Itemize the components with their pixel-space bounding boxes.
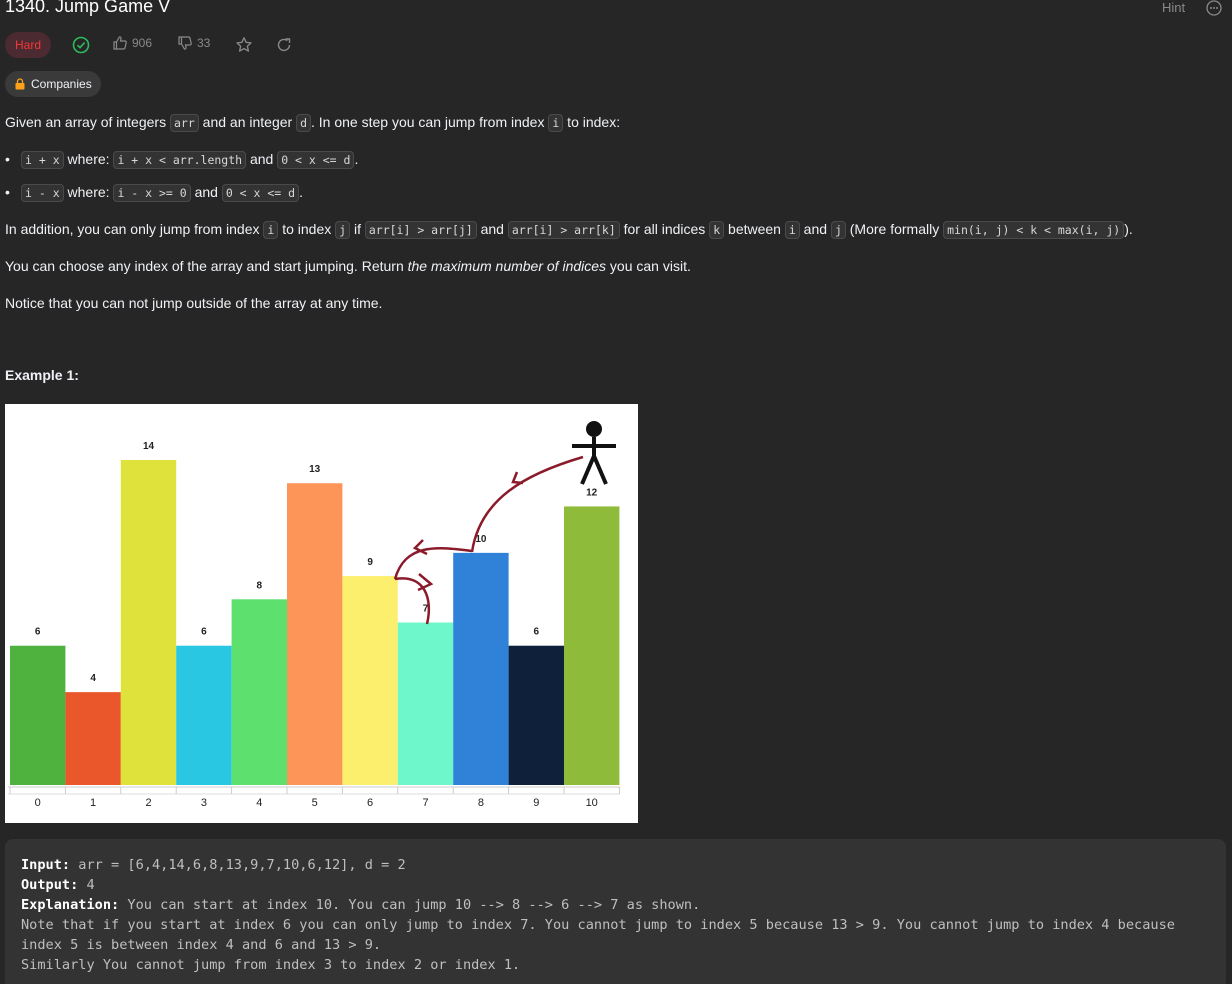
inline-code: j: [335, 221, 351, 239]
inline-code: i - x: [21, 184, 64, 202]
similar-line: Similarly You cannot jump from index 3 t…: [21, 957, 521, 973]
list-item: • i + x where: i + x < arr.length and 0 <…: [5, 151, 359, 169]
bar: [10, 645, 66, 785]
explanation-line: Explanation: You can start at index 10. …: [21, 897, 701, 913]
input-line: Input: arr = [6,4,14,6,8,13,9,7,10,6,12]…: [21, 857, 406, 873]
person-icon: [586, 421, 602, 437]
bar: [176, 645, 232, 785]
tick-label: 10: [586, 797, 598, 809]
data-label: 12: [586, 487, 598, 498]
output-line: Output: 4: [21, 877, 95, 893]
tick-label: 6: [367, 797, 373, 809]
list-item: • i - x where: i - x >= 0 and 0 < x <= d.: [5, 184, 303, 202]
bar: [342, 576, 398, 785]
bar: [231, 599, 287, 785]
description-paragraph-1: Given an array of integers arr and an in…: [5, 114, 621, 132]
bar: [397, 622, 454, 785]
data-label: 6: [534, 627, 540, 638]
inline-code: i + x: [21, 151, 64, 169]
inline-code: min(i, j) < k < max(i, j): [943, 221, 1125, 239]
tick-label: 9: [533, 797, 539, 809]
data-label: 4: [90, 673, 96, 684]
inline-code: i + x < arr.length: [113, 151, 247, 169]
companies-tag[interactable]: Companies: [5, 71, 101, 97]
inline-code: k: [709, 221, 725, 239]
share-icon[interactable]: [275, 36, 293, 54]
companies-label: Companies: [31, 77, 92, 91]
bar: [65, 692, 121, 785]
solved-check-icon: [72, 36, 90, 54]
data-label: 6: [201, 627, 207, 638]
inline-code: j: [830, 221, 846, 239]
jump-arrowhead: [417, 573, 434, 592]
inline-code: 0 < x <= d: [277, 151, 355, 169]
problem-title: 1340. Jump Game V: [5, 0, 171, 16]
bar: [287, 483, 343, 785]
problem-meta-row: Hard 906 33: [5, 32, 305, 58]
thumbs-down-icon: [178, 36, 192, 50]
note-line: Note that if you start at index 6 you ca…: [21, 917, 1184, 953]
description-paragraph-2: In addition, you can only jump from inde…: [5, 221, 1133, 239]
example-io-block: Input: arr = [6,4,14,6,8,13,9,7,10,6,12]…: [5, 839, 1226, 984]
star-icon[interactable]: [235, 36, 253, 54]
example-chart: 6 4 14 6 8 13 9 7 10 6 12 0 1 2 3 4 5 6 7 8 9 10: [5, 404, 638, 823]
hint-button[interactable]: Hint: [1162, 0, 1185, 15]
inline-code: 0 < x <= d: [221, 184, 300, 202]
inline-code: i - x >= 0: [113, 184, 191, 202]
data-label: 8: [257, 580, 263, 591]
inline-code: arr: [169, 114, 199, 132]
tick-label: 0: [35, 797, 41, 809]
description-paragraph-4: Notice that you can not jump outside of …: [5, 295, 383, 311]
tick-label: 1: [90, 797, 96, 809]
dislike-count: 33: [197, 36, 211, 50]
data-label: 13: [309, 464, 321, 475]
bar: [120, 460, 177, 785]
thumbs-up-icon: [113, 36, 127, 50]
dislike-button[interactable]: 33: [177, 35, 210, 51]
bar: [508, 645, 564, 785]
data-label: 14: [143, 441, 155, 452]
inline-code: arr[i] > arr[k]: [507, 221, 620, 239]
inline-code: i: [548, 114, 564, 132]
jump-arrow: [394, 577, 431, 625]
difficulty-badge: Hard: [5, 32, 52, 58]
bar: [564, 506, 620, 785]
bar-chart: 6414681397106120 1 2 3 4 5 6 7 8 9 10: [8, 421, 620, 809]
tick-label: 8: [478, 797, 484, 809]
tick-label: 4: [256, 797, 262, 809]
bar: [453, 552, 509, 785]
like-button[interactable]: 906: [112, 35, 152, 51]
data-label: 6: [35, 627, 41, 638]
person-body: [572, 437, 616, 485]
tick-label: 7: [422, 797, 428, 809]
tick-label: 5: [312, 797, 318, 809]
inline-code: d: [296, 114, 311, 132]
description-paragraph-3: You can choose any index of the array an…: [5, 258, 691, 274]
example-title: Example 1:: [5, 367, 79, 383]
like-count: 906: [132, 36, 153, 50]
inline-code: arr[i] > arr[j]: [364, 221, 477, 239]
lock-icon: [15, 78, 25, 90]
inline-code: i: [784, 221, 800, 239]
more-options-icon[interactable]: [1206, 0, 1222, 16]
data-label: 9: [367, 557, 373, 568]
inline-code: i: [263, 221, 279, 239]
tick-label: 2: [145, 797, 151, 809]
tick-label: 3: [201, 797, 207, 809]
